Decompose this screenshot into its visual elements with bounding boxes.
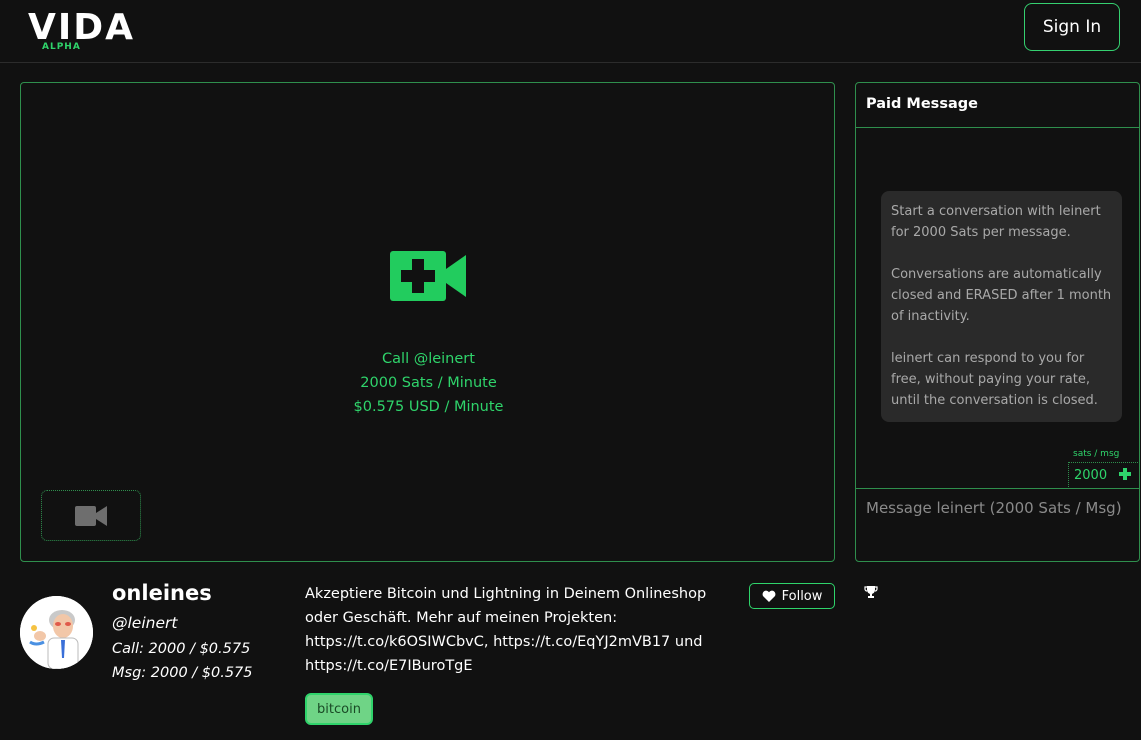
message-rate-box: 2000: [1068, 462, 1140, 487]
tag-bitcoin[interactable]: bitcoin: [305, 693, 373, 725]
info-paragraph-rate: Start a conversation with leinert for 20…: [891, 204, 1101, 240]
call-panel: Call @leinert 2000 Sats / Minute $0.575 …: [20, 82, 835, 562]
msg-rate: Msg: 2000 / $0.575: [112, 665, 253, 681]
follow-button[interactable]: Follow: [749, 583, 835, 609]
video-plus-icon[interactable]: [390, 251, 466, 301]
call-sats-rate: 2000 Sats / Minute: [360, 375, 497, 391]
paid-message-panel: Paid Message Start a conversation with l…: [855, 82, 1140, 562]
info-paragraph-respond: leinert can respond to you for free, wit…: [891, 351, 1098, 408]
trophy-icon[interactable]: [864, 585, 878, 599]
profile-bio: Akzeptiere Bitcoin und Lightning in Dein…: [305, 586, 707, 674]
message-rate-value: 2000: [1074, 467, 1108, 483]
logo-text: VIDA: [28, 7, 135, 48]
call-info: Call @leinert 2000 Sats / Minute $0.575 …: [21, 347, 836, 419]
call-rate: Call: 2000 / $0.575: [112, 641, 251, 657]
vida-logo[interactable]: VIDA ALPHA: [28, 10, 138, 54]
display-name: onleines: [112, 581, 212, 605]
sign-in-button[interactable]: Sign In: [1024, 3, 1120, 51]
plus-icon[interactable]: [1118, 467, 1132, 481]
user-handle[interactable]: @leinert: [112, 614, 177, 632]
top-header: VIDA ALPHA Sign In: [0, 0, 1141, 63]
logo-alpha-badge: ALPHA: [42, 42, 81, 52]
sats-per-msg-label: sats / msg: [1073, 449, 1120, 459]
info-paragraph-erase: Conversations are automatically closed a…: [891, 267, 1112, 324]
follow-label: Follow: [781, 588, 823, 604]
camera-toggle-button[interactable]: [41, 490, 141, 541]
heart-icon: [762, 590, 776, 602]
paid-message-title: Paid Message: [856, 83, 1139, 128]
avatar: [20, 596, 93, 669]
video-camera-icon: [75, 505, 107, 526]
conversation-info-box: Start a conversation with leinert for 20…: [881, 191, 1122, 422]
call-usd-rate: $0.575 USD / Minute: [353, 399, 504, 415]
avatar-illustration: [20, 596, 93, 669]
message-input[interactable]: [856, 488, 1139, 561]
call-handle-line: Call @leinert: [382, 351, 475, 367]
